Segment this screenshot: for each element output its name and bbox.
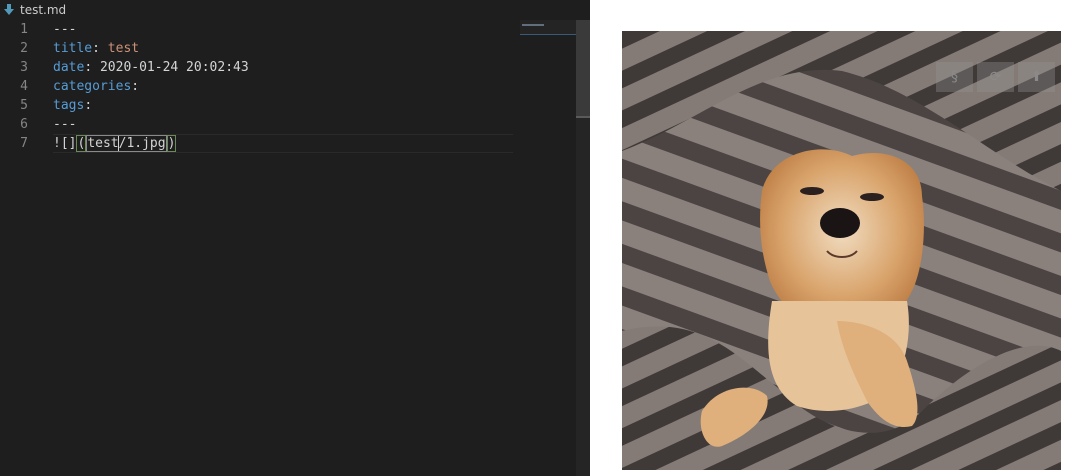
preview-toolbar: § ⟳ ⬆ [936,62,1055,92]
code-area[interactable]: --- title: test date: 2020-01-24 20:02:4… [53,20,513,153]
image-path-file: /1.jpg [118,136,166,151]
scrollbar-thumb[interactable] [576,20,590,116]
refresh-button[interactable]: ⟳ [977,62,1014,92]
image-link-prefix: ![] [53,136,77,151]
code-line[interactable]: --- [53,20,513,39]
line-number: 7 [20,136,28,151]
yaml-key: title [53,41,93,56]
line-number: 1 [20,22,28,37]
code-line[interactable]: title: test [53,39,513,58]
yaml-separator: : [131,79,140,94]
line-number: 4 [20,79,28,94]
code-line[interactable]: tags: [53,96,513,115]
code-line[interactable]: categories: [53,77,513,96]
line-number-gutter: 1 2 3 4 5 6 7 [0,20,46,153]
line-number: 2 [20,41,28,56]
sync-scroll-button[interactable]: § [936,62,973,92]
shiba-dog-image [622,31,1061,470]
yaml-separator: : [84,98,93,113]
scroll-top-button[interactable]: ⬆ [1018,62,1055,92]
yaml-value: 2020-01-24 20:02:43 [99,60,249,75]
line-number: 3 [20,60,28,75]
editor-pane[interactable]: test.md 1 2 3 4 5 6 7 --- title: test da… [0,0,590,476]
frontmatter-delimiter: --- [53,117,77,132]
yaml-key: date [53,60,85,75]
image-path-dir: test [87,136,119,151]
yaml-value: test [107,41,140,56]
preview-image: § ⟳ ⬆ [622,31,1061,470]
frontmatter-delimiter: --- [53,22,77,37]
tab-label: test.md [20,3,67,17]
code-line-active[interactable]: ![](test/1.jpg) [53,134,513,153]
tab-test-md[interactable]: test.md [0,0,66,20]
paren-close: ) [166,135,177,152]
yaml-separator: : [92,41,108,56]
yaml-key: tags [53,98,85,113]
code-line[interactable]: date: 2020-01-24 20:02:43 [53,58,513,77]
minimap-line [522,24,544,26]
minimap[interactable] [520,20,576,34]
yaml-key: categories [53,79,132,94]
scrollbar-cursor-marker [576,116,590,118]
markdown-download-icon [4,4,14,15]
paren-open: ( [76,135,87,152]
tab-bar: test.md [0,0,590,20]
image-path: test/1.jpg [86,135,167,152]
line-number: 5 [20,98,28,113]
yaml-separator: : [84,60,100,75]
markdown-preview-pane[interactable]: § ⟳ ⬆ [590,0,1067,476]
line-number: 6 [20,117,28,132]
code-line[interactable]: --- [53,115,513,134]
